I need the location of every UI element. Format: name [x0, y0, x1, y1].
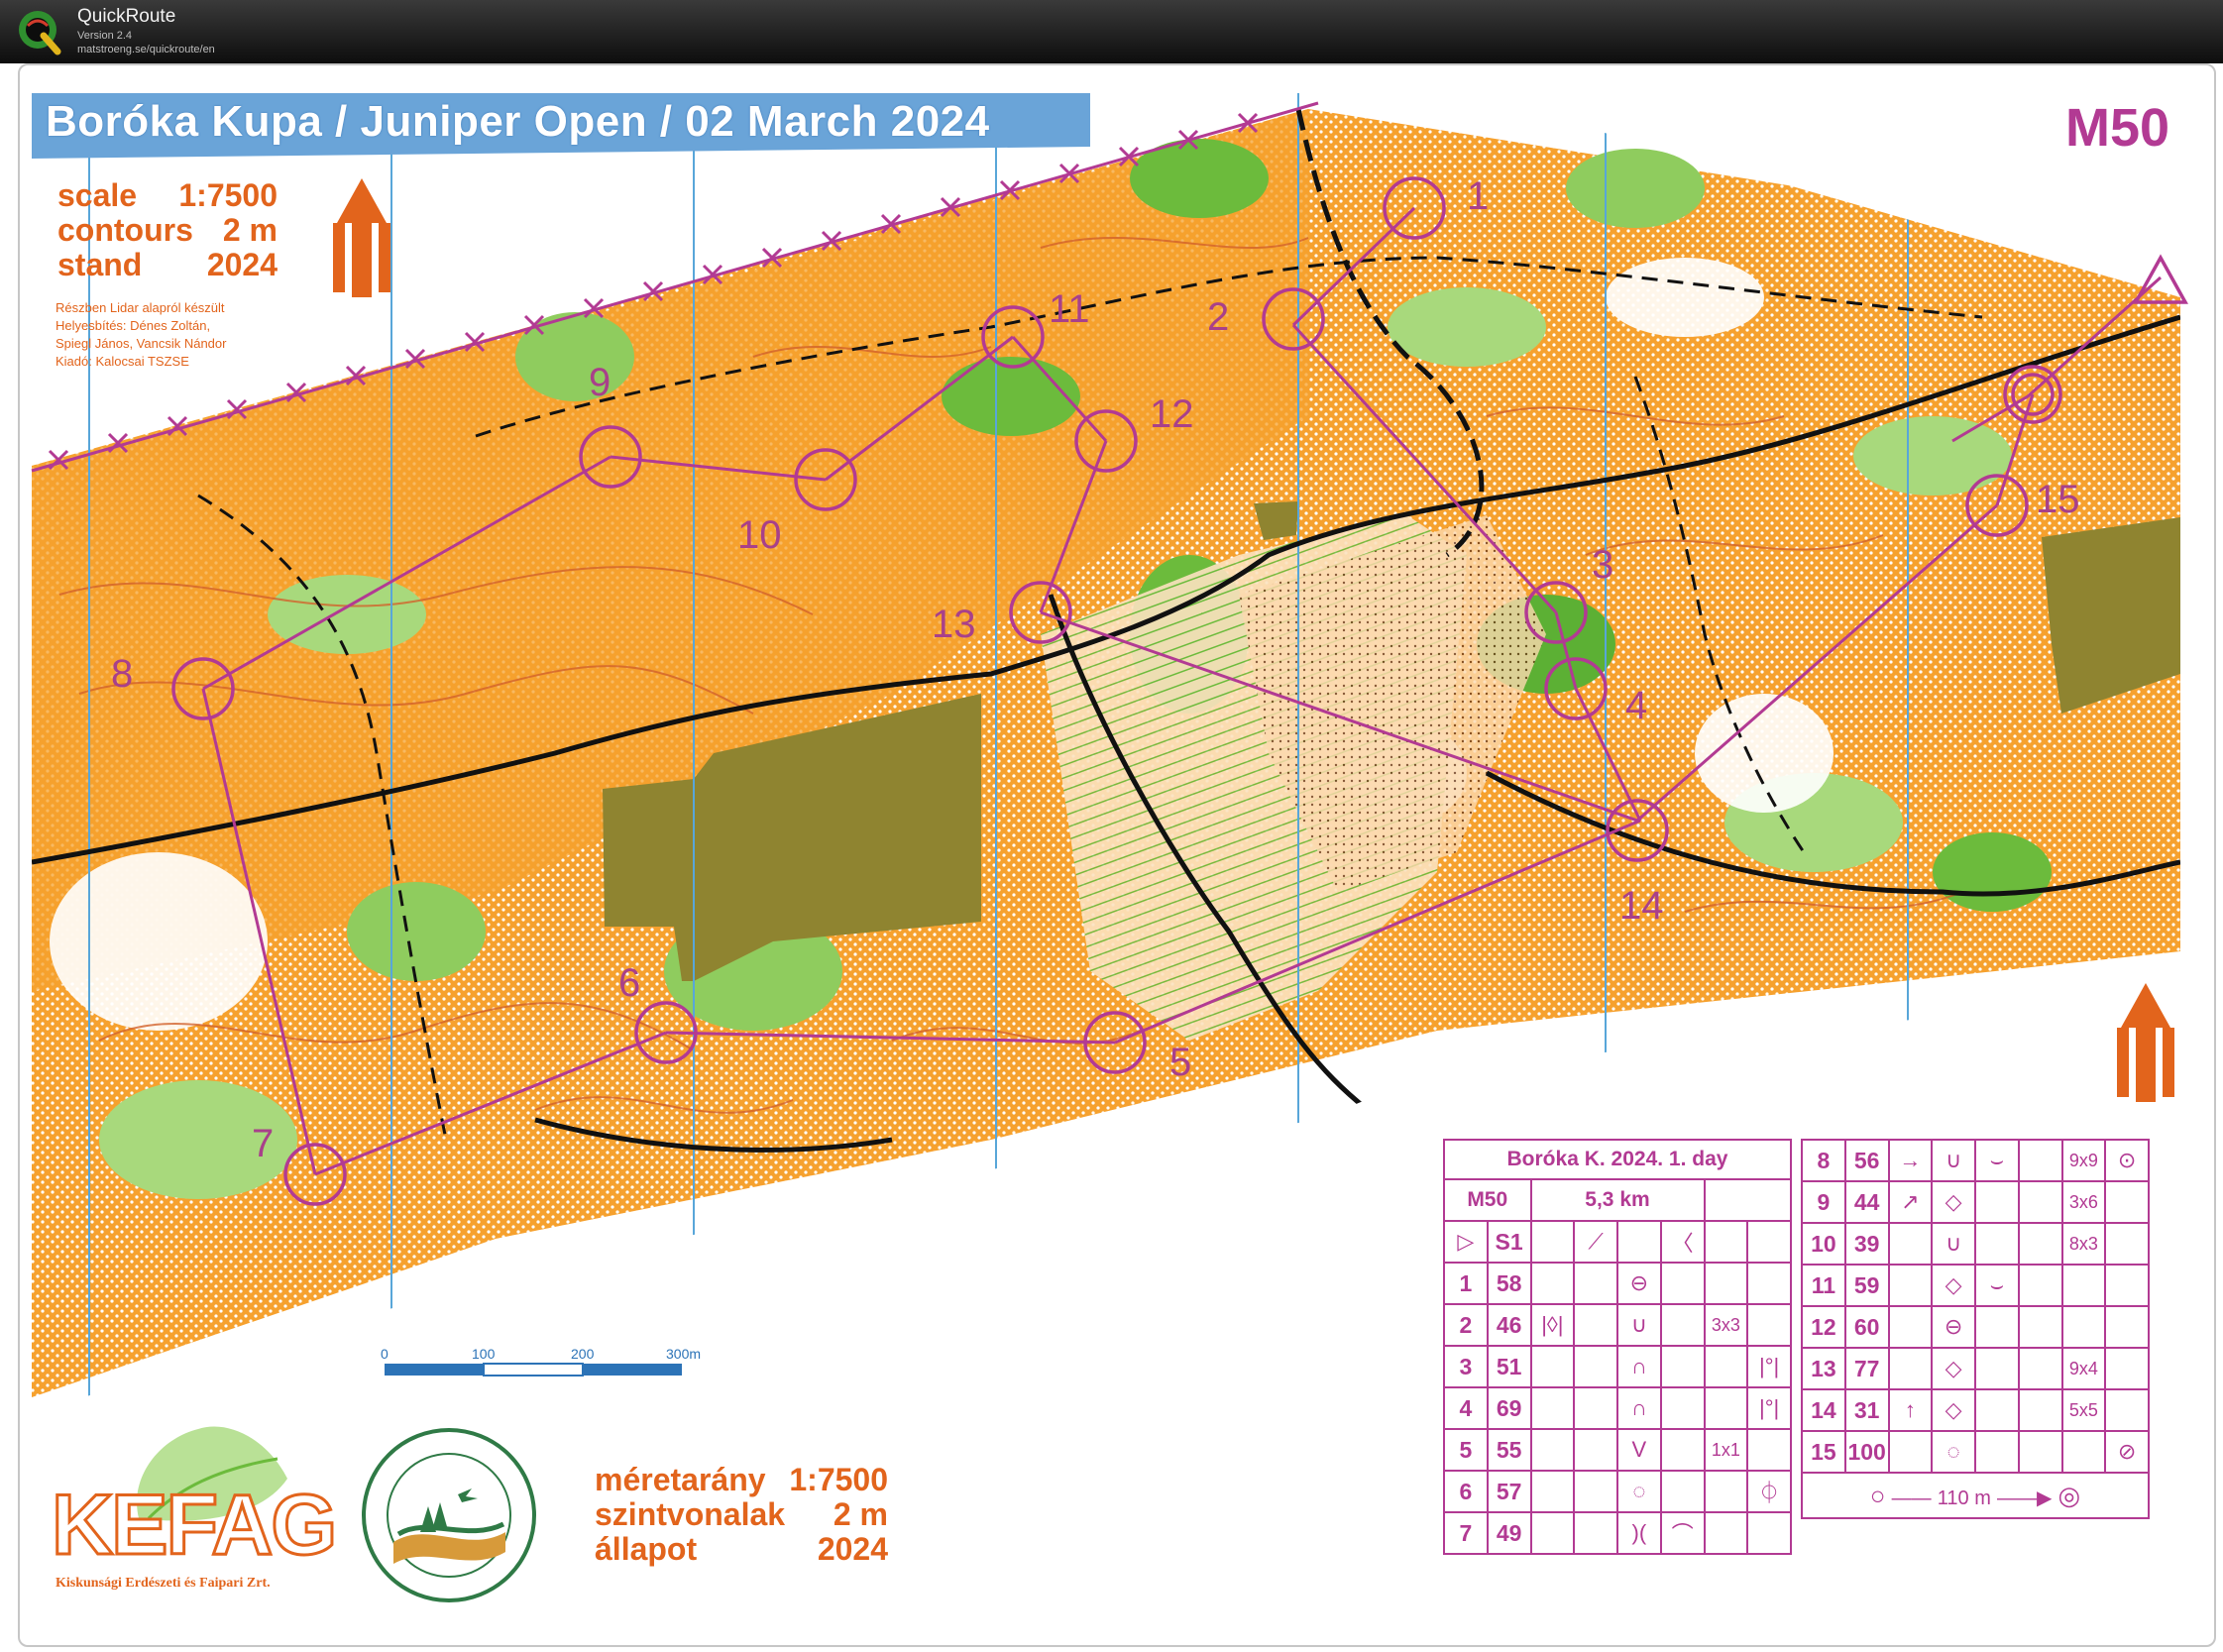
table-row: 14 31 ↑ ◇ 5x5 [1801, 1388, 2150, 1432]
table-row: 13 77 ◇ 9x4 [1801, 1347, 2150, 1390]
table-row: 9 44 ↗ ◇ 3x6 [1801, 1180, 2150, 1224]
info-contours-value: 2 m [222, 212, 278, 248]
control-descriptions-right: 8 56 → ∪ ⌣ 9x9 ⊙ 9 44 ↗ ◇ 3x6 10 39 ∪ 8x… [1801, 1139, 2150, 1519]
info-contours-value-hu: 2 m [833, 1496, 888, 1532]
info-scale-value-hu: 1:7500 [789, 1462, 888, 1497]
control-number: 10 [737, 513, 782, 557]
table-row: 8 56 → ∪ ⌣ 9x9 ⊙ [1801, 1139, 2150, 1182]
control-number: 8 [111, 652, 134, 696]
credit-line: Spiegl János, Vancsik Nándor [56, 336, 227, 351]
finish-row: ○ —— 110 m ——▶ ◎ [1801, 1472, 2150, 1519]
table-row: 3 51 ∩ |°| [1443, 1345, 1792, 1388]
control-number: 13 [932, 603, 976, 646]
control-number: 14 [1619, 884, 1664, 928]
start-triangle-icon: ▷ [1443, 1220, 1489, 1264]
control-number: 6 [618, 961, 641, 1005]
control-number: 7 [252, 1122, 275, 1165]
info-stand-label: stand [57, 247, 143, 282]
bend-icon: 〈 [1659, 1220, 1706, 1264]
info-scale-label: scale [57, 177, 138, 213]
credit-line: Helyesbítés: Dénes Zoltán, [56, 318, 211, 333]
description-class: M50 [1443, 1178, 1532, 1222]
credit-line: Kiadó: Kalocsai TSZSE [56, 354, 189, 369]
table-row: 7 49 )( ⌒ [1443, 1511, 1792, 1555]
table-row: 5 55 V 1x1 [1443, 1428, 1792, 1472]
table-row: 6 57 ◌ ⏀ [1443, 1470, 1792, 1513]
description-header: Boróka K. 2024. 1. day [1443, 1139, 1792, 1180]
map-info-en: scale 1:7500 contours 2 m stand 2024 [57, 178, 278, 282]
credit-line: Részben Lidar alapról készült [56, 300, 225, 315]
info-stand-value: 2024 [206, 247, 278, 282]
start-code: S1 [1486, 1220, 1532, 1264]
control-number: 9 [589, 361, 611, 404]
table-row: 2 46 |◊| ∪ 3x3 [1443, 1303, 1792, 1347]
scale-label: 100 [472, 1346, 496, 1362]
finish-circle-icon: ◎ [2057, 1480, 2081, 1510]
national-park-logo-icon [362, 1428, 536, 1602]
info-scale-label-hu: méretarány [595, 1462, 766, 1497]
description-length: 5,3 km [1529, 1178, 1706, 1222]
info-contours-label-hu: szintvonalak [595, 1496, 786, 1532]
finish-start-circle-icon: ○ [1869, 1480, 1886, 1510]
kefag-logo: KEFAG [50, 1477, 338, 1575]
control-descriptions-left: Boróka K. 2024. 1. day M50 5,3 km ▷ S1 ⟋… [1443, 1139, 1792, 1555]
start-row: ▷ S1 ⟋ 〈 [1443, 1220, 1792, 1264]
control-number: 3 [1592, 543, 1614, 587]
table-row: 15 100 ◌ ⊘ [1801, 1430, 2150, 1474]
control-number: 5 [1169, 1041, 1192, 1084]
kefag-subtitle: Kiskunsági Erdészeti és Faipari Zrt. [56, 1576, 271, 1591]
control-number: 1 [1467, 174, 1490, 218]
scale-label: 200 [571, 1346, 595, 1362]
info-stand-value-hu: 2024 [817, 1531, 888, 1567]
scale-label: 300m [666, 1346, 702, 1362]
control-number: 4 [1625, 684, 1648, 727]
map-info-hu: méretarány 1:7500 szintvonalak 2 m állapot… [595, 1463, 888, 1567]
info-scale-value: 1:7500 [178, 177, 278, 213]
finish-distance: 110 m [1937, 1487, 1991, 1509]
control-number: 15 [2036, 478, 2080, 521]
map-credits: Részben Lidar alapról készült Helyesbíté… [56, 299, 226, 371]
course-class: M50 [2065, 98, 2170, 158]
table-row: 4 69 ∩ |°| [1443, 1386, 1792, 1430]
control-number: 11 [1049, 287, 1090, 331]
scale-label: 0 [381, 1346, 389, 1362]
info-contours-label: contours [57, 212, 193, 248]
table-row: 11 59 ◇ ⌣ [1801, 1264, 2150, 1307]
control-number: 12 [1150, 392, 1194, 436]
table-row: 1 58 ⊖ [1443, 1262, 1792, 1305]
control-number: 2 [1207, 295, 1230, 339]
table-row: 12 60 ⊖ [1801, 1305, 2150, 1349]
map-title: Boróka Kupa / Juniper Open / 02 March 20… [46, 97, 990, 146]
info-stand-label-hu: állapot [595, 1531, 698, 1567]
table-row: 10 39 ∪ 8x3 [1801, 1222, 2150, 1266]
path-junction-icon: ⟋ [1573, 1220, 1618, 1264]
